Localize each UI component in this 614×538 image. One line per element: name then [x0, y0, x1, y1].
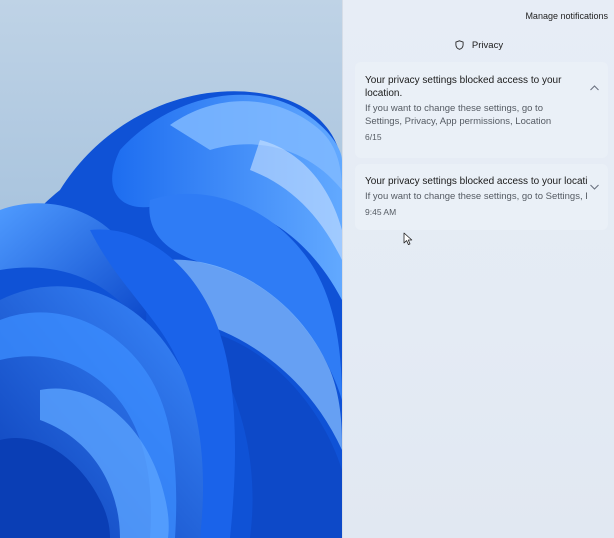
notification-card[interactable]: Your privacy settings blocked access to … — [355, 164, 608, 230]
manage-notifications-link[interactable]: Manage notifications — [525, 11, 608, 21]
wallpaper-bloom-graphic — [0, 91, 342, 538]
screen: Manage notifications Privacy Your privac… — [0, 0, 614, 538]
shield-icon — [455, 40, 464, 50]
chevron-down-icon[interactable] — [589, 183, 600, 191]
notification-body: If you want to change these settings, go… — [365, 103, 552, 127]
notification-center-pane: Manage notifications Privacy Your privac… — [342, 0, 614, 538]
notification-timestamp: 6/15 — [365, 132, 382, 142]
desktop-wallpaper — [0, 0, 342, 538]
notification-group-app-name: Privacy — [471, 39, 504, 51]
notification-body: If you want to change these settings, go… — [365, 191, 587, 202]
notification-card[interactable]: Your privacy settings blocked access to … — [355, 62, 608, 158]
notification-group-header: Privacy — [343, 38, 614, 52]
notification-title: Your privacy settings blocked access to … — [365, 176, 587, 187]
chevron-up-icon[interactable] — [589, 84, 600, 92]
mouse-cursor-icon — [403, 232, 413, 245]
notification-timestamp: 9:45 AM — [365, 207, 397, 217]
notification-title: Your privacy settings blocked access to … — [365, 75, 562, 99]
